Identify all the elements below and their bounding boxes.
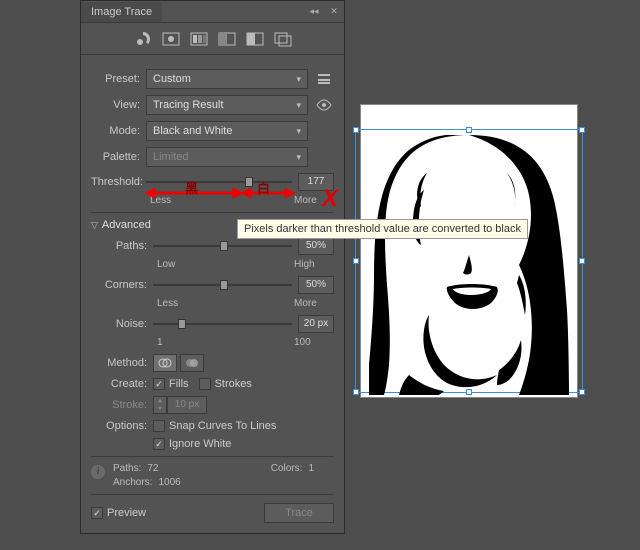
preset-label: Preset: (91, 73, 146, 85)
paths-label: Paths: (91, 240, 153, 252)
selection-handle[interactable] (579, 389, 585, 395)
annotation-black-char: 黑 (185, 178, 198, 197)
palette-dropdown: Limited (146, 147, 308, 167)
strokes-label: Strokes (215, 378, 252, 390)
noise-value[interactable]: 20 px (298, 315, 334, 333)
outline-icon[interactable] (274, 31, 292, 47)
info-anchors-label: Anchors: (113, 477, 152, 488)
view-label: View: (91, 99, 146, 111)
corners-min-label: Less (153, 298, 294, 309)
corners-slider[interactable] (153, 277, 292, 293)
palette-label: Palette: (91, 151, 146, 163)
low-color-icon[interactable] (190, 31, 208, 47)
fills-checkbox[interactable] (153, 378, 165, 390)
view-dropdown[interactable]: Tracing Result (146, 95, 308, 115)
create-label: Create: (91, 378, 153, 390)
method-abutting-button[interactable] (153, 354, 177, 372)
noise-max-label: 100 (294, 337, 334, 348)
corners-max-label: More (294, 298, 334, 309)
auto-color-icon[interactable] (134, 31, 152, 47)
selection-handle[interactable] (353, 258, 359, 264)
corners-label: Corners: (91, 279, 153, 291)
bw-icon[interactable] (246, 31, 264, 47)
preset-icon-row (81, 23, 344, 55)
options-label: Options: (91, 420, 153, 432)
method-label: Method: (91, 357, 153, 369)
disclosure-triangle-icon: ▽ (91, 220, 98, 231)
stroke-label: Stroke: (91, 399, 153, 411)
preset-dropdown[interactable]: Custom (146, 69, 308, 89)
snap-label: Snap Curves To Lines (169, 420, 276, 432)
info-paths-label: Paths: (113, 463, 141, 474)
method-overlapping-button[interactable] (180, 354, 204, 372)
advanced-label: Advanced (102, 219, 151, 231)
annotation-threshold-arrows: 黑 白 (145, 180, 295, 206)
noise-slider[interactable] (153, 316, 292, 332)
annotation-white-char: 白 (257, 178, 270, 197)
info-icon: i (91, 465, 105, 479)
info-paths-value: 72 (147, 463, 158, 474)
ignore-white-checkbox[interactable] (153, 438, 165, 450)
paths-min-label: Low (153, 259, 294, 270)
info-colors-label: Colors: (271, 463, 303, 474)
panel-titlebar: Image Trace ◂◂ ✕ (81, 1, 344, 23)
ignore-white-label: Ignore White (169, 438, 231, 450)
preview-label: Preview (107, 507, 146, 519)
view-eye-icon[interactable] (314, 95, 334, 115)
trace-button[interactable]: Trace (264, 503, 334, 523)
mode-label: Mode: (91, 125, 146, 137)
grayscale-icon[interactable] (218, 31, 236, 47)
noise-min-label: 1 (153, 337, 294, 348)
threshold-label: Threshold: (91, 176, 146, 188)
noise-label: Noise: (91, 318, 153, 330)
stroke-stepper: ▲▼ (153, 396, 167, 414)
close-icon[interactable]: ✕ (326, 4, 342, 20)
selection-handle[interactable] (353, 127, 359, 133)
paths-value[interactable]: 50% (298, 237, 334, 255)
selection-handle[interactable] (579, 258, 585, 264)
selection-handle[interactable] (579, 127, 585, 133)
stroke-value: 10 px (167, 396, 207, 414)
collapse-icon[interactable]: ◂◂ (306, 4, 322, 20)
snap-checkbox[interactable] (153, 420, 165, 432)
high-color-icon[interactable] (162, 31, 180, 47)
panel-title-tab: Image Trace (81, 2, 162, 22)
fills-label: Fills (169, 378, 189, 390)
paths-slider[interactable] (153, 238, 292, 254)
traced-portrait-image (369, 135, 569, 395)
selection-handle[interactable] (466, 127, 472, 133)
info-anchors-value: 1006 (158, 477, 180, 488)
preset-menu-icon[interactable] (314, 69, 334, 89)
selection-handle[interactable] (353, 389, 359, 395)
preview-checkbox[interactable] (91, 507, 103, 519)
mode-dropdown[interactable]: Black and White (146, 121, 308, 141)
artboard[interactable] (360, 104, 578, 398)
annotation-x-mark: X (322, 185, 338, 213)
strokes-checkbox[interactable] (199, 378, 211, 390)
corners-value[interactable]: 50% (298, 276, 334, 294)
image-trace-panel: Image Trace ◂◂ ✕ Preset: Custom View: Tr… (80, 0, 345, 534)
threshold-tooltip: Pixels darker than threshold value are c… (237, 219, 528, 239)
paths-max-label: High (294, 259, 334, 270)
